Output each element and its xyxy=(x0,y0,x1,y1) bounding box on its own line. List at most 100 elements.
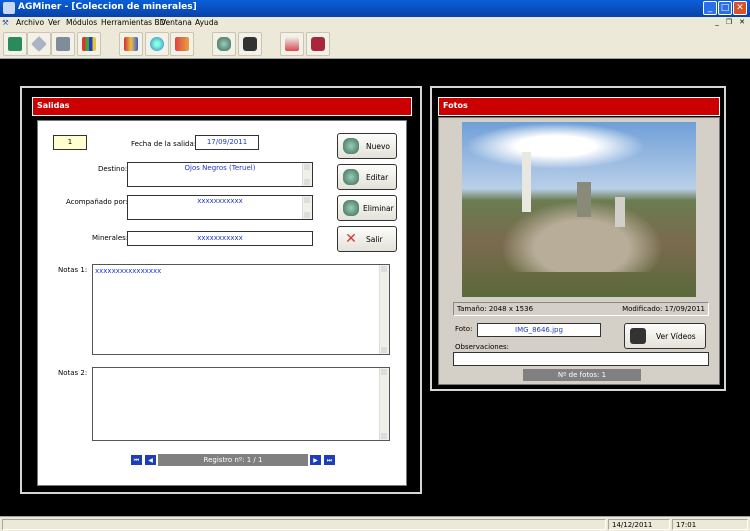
menu-bar: ⚒ Archivo Ver Módulos Herramientas BD Ve… xyxy=(0,17,750,29)
registro-indicator: Registro nº: 1 / 1 xyxy=(158,454,308,466)
tool-mineral-button[interactable] xyxy=(212,32,236,56)
status-date: 14/12/2011 xyxy=(608,519,670,530)
fotos-window: Fotos Tamaño: 2048 x 1536 Modificado: 17… xyxy=(430,86,726,391)
photo-image[interactable] xyxy=(462,122,696,297)
nuevo-button[interactable]: Nuevo xyxy=(337,133,397,159)
toolbar xyxy=(0,29,750,59)
tool-book-open-button[interactable] xyxy=(119,32,143,56)
catalog-icon xyxy=(175,37,189,51)
photo-person xyxy=(522,152,531,212)
tool-printer-button[interactable] xyxy=(51,32,75,56)
app-icon xyxy=(3,2,15,14)
menu-ver[interactable]: Ver xyxy=(48,18,60,27)
close-button[interactable]: ✕ xyxy=(733,1,747,15)
tool-settings-button[interactable] xyxy=(306,32,330,56)
crystal-icon xyxy=(31,36,47,52)
tool-globe-button[interactable] xyxy=(145,32,169,56)
settings-icon xyxy=(311,37,325,51)
camera-icon xyxy=(243,37,257,51)
fotos-title: Fotos xyxy=(443,101,468,110)
menu-modulos[interactable]: Módulos xyxy=(66,18,97,27)
minerales-label: Minerales: xyxy=(92,234,129,242)
tool-pdf-button[interactable] xyxy=(280,32,304,56)
fotos-header: Fotos xyxy=(438,97,720,116)
acompanado-field[interactable]: xxxxxxxxxxx xyxy=(127,195,313,220)
notas1-label: Notas 1: xyxy=(58,266,88,274)
photo-clouds xyxy=(462,122,696,182)
status-message xyxy=(2,519,606,530)
editar-label: Editar xyxy=(366,173,389,182)
destino-value: Ojos Negros (Teruel) xyxy=(184,164,256,172)
mdi-close-button[interactable]: ✕ xyxy=(737,18,747,27)
nuevo-label: Nuevo xyxy=(366,142,391,151)
notas2-scrollbar[interactable] xyxy=(379,368,389,440)
fotos-panel: Tamaño: 2048 x 1536 Modificado: 17/09/20… xyxy=(438,117,720,385)
salir-label: Salir xyxy=(366,235,383,244)
tool-pick-button[interactable] xyxy=(3,32,27,56)
acompanado-value: xxxxxxxxxxx xyxy=(197,197,243,205)
next-record-button[interactable]: ▶ xyxy=(309,454,322,466)
foto-label: Foto: xyxy=(455,325,473,333)
notas1-scrollbar[interactable] xyxy=(379,265,389,354)
observaciones-field[interactable] xyxy=(453,352,709,366)
eliminar-button[interactable]: Eliminar xyxy=(337,195,397,221)
pick-icon xyxy=(8,37,22,51)
salidas-panel: 1 Fecha de la salida: 17/09/2011 Destino… xyxy=(37,120,407,486)
destino-scrollbar[interactable] xyxy=(302,163,312,186)
editar-button[interactable]: Editar xyxy=(337,164,397,190)
mdi-minimize-button[interactable]: _ xyxy=(712,18,722,27)
books-icon xyxy=(82,37,96,51)
pdf-icon xyxy=(285,37,299,51)
tool-crystal-button[interactable] xyxy=(27,32,51,56)
delete-mineral-icon xyxy=(343,200,359,216)
camera-icon xyxy=(630,328,646,344)
photo-person xyxy=(615,197,625,227)
edit-mineral-icon xyxy=(343,169,359,185)
maximize-button[interactable]: □ xyxy=(718,1,732,15)
ver-videos-button[interactable]: Ver Vídeos xyxy=(624,323,706,349)
notas2-field[interactable] xyxy=(92,367,390,441)
notas2-label: Notas 2: xyxy=(58,369,88,377)
destino-label: Destino: xyxy=(98,165,128,173)
ver-videos-label: Ver Vídeos xyxy=(656,332,696,341)
globe-icon xyxy=(150,37,164,51)
destino-field[interactable]: Ojos Negros (Teruel) xyxy=(127,162,313,187)
menu-archivo[interactable]: Archivo xyxy=(16,18,44,27)
mdi-restore-button[interactable]: ❐ xyxy=(724,18,734,27)
title-bar: AGMiner - [Coleccion de minerales] _ □ ✕ xyxy=(0,0,750,17)
menu-herramientas-bd[interactable]: Herramientas BD xyxy=(101,18,165,27)
salidas-header: Salidas xyxy=(32,97,412,116)
status-bar: 14/12/2011 17:01 xyxy=(0,516,750,531)
window-title: AGMiner - [Coleccion de minerales] xyxy=(18,2,197,12)
salidas-window: Salidas 1 Fecha de la salida: 17/09/2011… xyxy=(20,86,422,494)
fecha-field[interactable]: 17/09/2011 xyxy=(195,135,259,150)
minerales-field[interactable]: xxxxxxxxxxx xyxy=(127,231,313,246)
last-record-button[interactable]: ⏭ xyxy=(323,454,336,466)
tool-camera-button[interactable] xyxy=(238,32,262,56)
observaciones-label: Observaciones: xyxy=(455,343,510,351)
prev-record-button[interactable]: ◀ xyxy=(144,454,157,466)
status-time: 17:01 xyxy=(672,519,748,530)
tool-catalog-button[interactable] xyxy=(170,32,194,56)
first-record-button[interactable]: ⏮ xyxy=(130,454,143,466)
foto-field[interactable]: IMG_8646.jpg xyxy=(477,323,601,337)
book-open-icon xyxy=(124,37,138,51)
tool-books-button[interactable] xyxy=(77,32,101,56)
record-id-field[interactable]: 1 xyxy=(53,135,87,150)
notas1-value: xxxxxxxxxxxxxxxx xyxy=(95,267,162,275)
num-fotos-indicator: Nº de fotos: 1 xyxy=(523,369,641,381)
menu-ventana[interactable]: Ventana xyxy=(161,18,192,27)
menu-ayuda[interactable]: Ayuda xyxy=(195,18,218,27)
acompanado-label: Acompañado por: xyxy=(66,198,128,206)
tamano-label: Tamaño: 2048 x 1536 xyxy=(457,305,534,313)
salidas-title: Salidas xyxy=(37,101,70,110)
fecha-label: Fecha de la salida: xyxy=(131,140,197,148)
acompanado-scrollbar[interactable] xyxy=(302,196,312,219)
mineral-icon xyxy=(343,138,359,154)
salir-button[interactable]: ✕ Salir xyxy=(337,226,397,252)
minimize-button[interactable]: _ xyxy=(703,1,717,15)
mdi-app-icon[interactable]: ⚒ xyxy=(2,18,9,27)
eliminar-label: Eliminar xyxy=(363,204,394,213)
notas1-field[interactable]: xxxxxxxxxxxxxxxx xyxy=(92,264,390,355)
photo-info-bar: Tamaño: 2048 x 1536 Modificado: 17/09/20… xyxy=(453,302,709,316)
